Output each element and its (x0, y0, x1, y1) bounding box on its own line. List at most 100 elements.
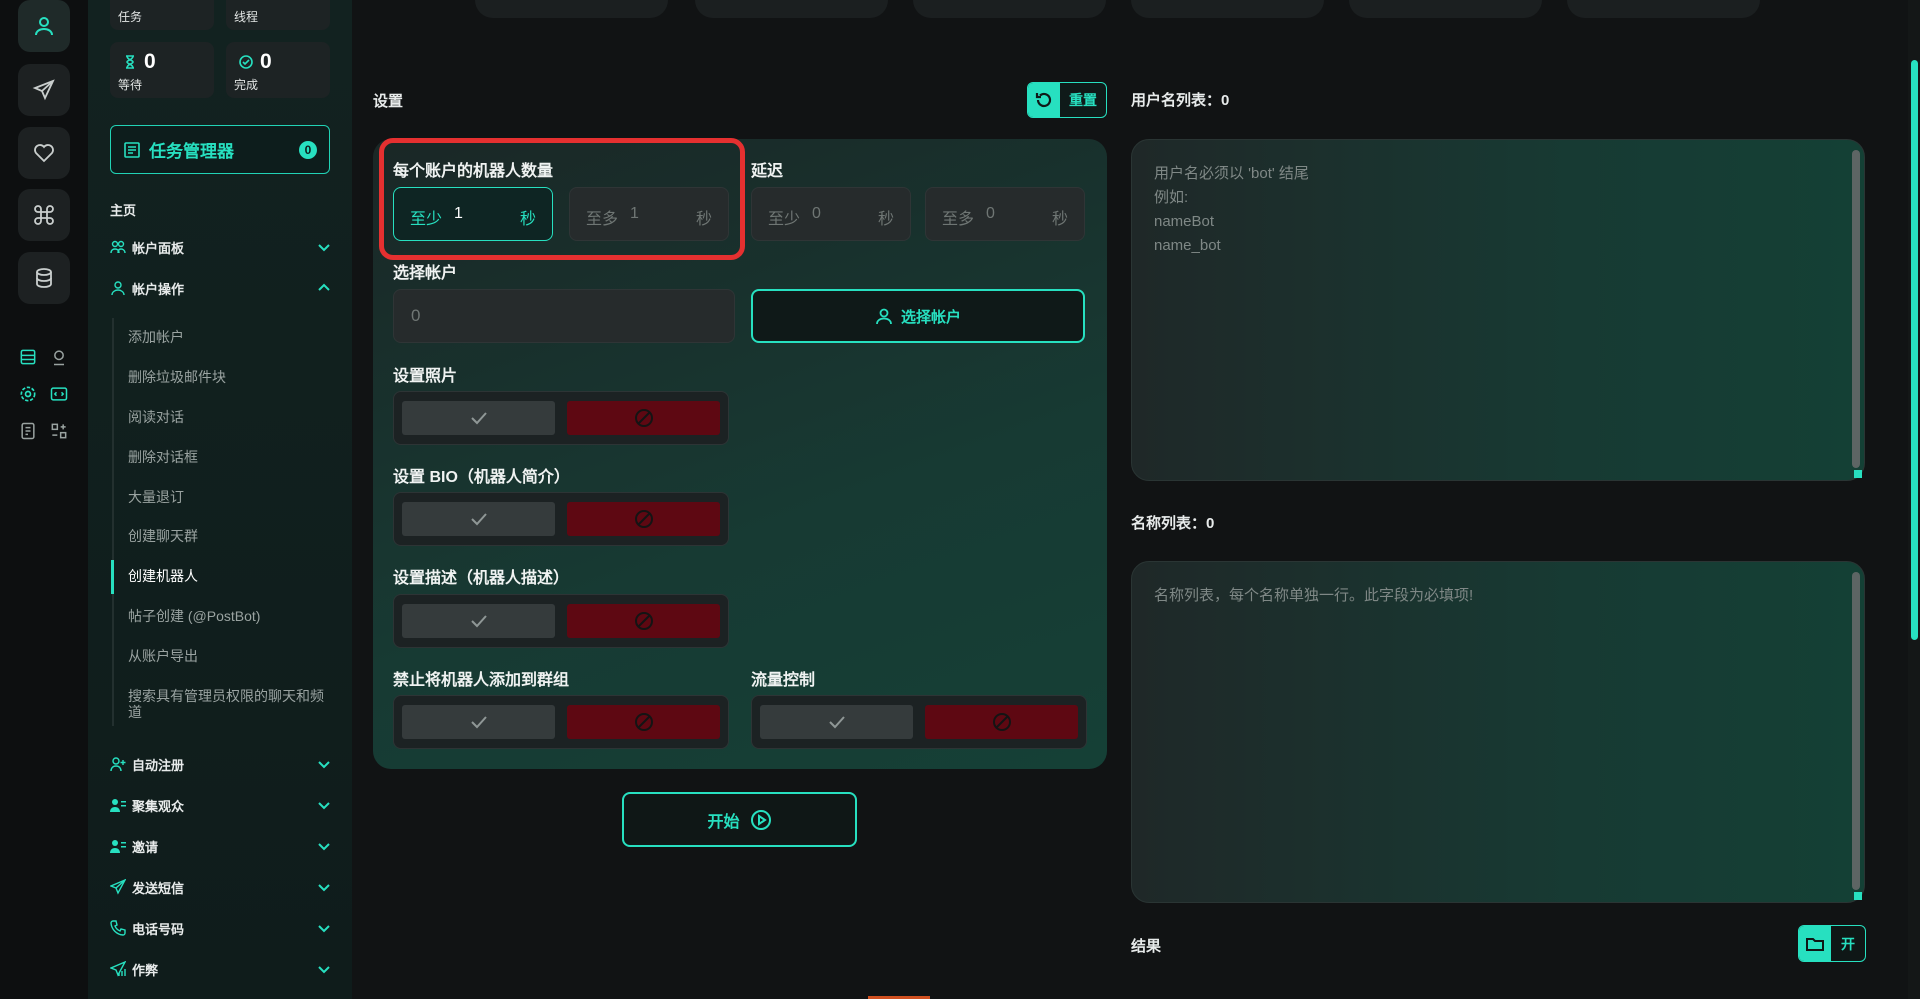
set-bio-yes-button[interactable] (402, 502, 555, 536)
sidebar-item-remove-spamblock[interactable]: 删除垃圾邮件块 (128, 369, 324, 385)
open-label: 开 (1841, 935, 1855, 952)
top-tab-1[interactable] (475, 0, 668, 18)
set-photo-yes-button[interactable] (402, 401, 555, 435)
rail-list-icon[interactable] (17, 346, 39, 368)
sidebar-item-delete-dialogs[interactable]: 删除对话框 (128, 449, 324, 465)
phone-icon (110, 920, 126, 936)
top-tab-4[interactable] (1131, 0, 1324, 18)
stat-tasks: 任务 (110, 0, 214, 30)
hourglass-icon (126, 55, 134, 69)
nav-group-cheat[interactable]: 作弊 (110, 958, 332, 980)
rail-favorites-button[interactable] (18, 127, 70, 179)
select-account-value: 0 (411, 306, 421, 325)
reset-label: 重置 (1069, 92, 1097, 108)
forbidden-icon (634, 713, 653, 731)
sidebar-item-search-admin-chats[interactable]: 搜索具有管理员权限的聊天和频道 (128, 688, 324, 720)
chevron-down-icon (318, 244, 330, 252)
nav-group-send-sms[interactable]: 发送短信 (110, 876, 332, 898)
nav-group-gather-audience[interactable]: 聚集观众 (110, 794, 332, 816)
subnav-line (112, 318, 114, 726)
rail-profile-button[interactable] (18, 0, 70, 52)
stat-done: 0 完成 (226, 42, 330, 98)
forbid-groups-no-button[interactable] (567, 705, 720, 739)
delay-min-input[interactable]: 至少 0 秒 (751, 187, 911, 241)
task-manager-button[interactable]: 任务管理器 0 (110, 125, 330, 174)
usernames-scrollbar[interactable] (1852, 150, 1860, 468)
nav-group-phone-number[interactable]: 电话号码 (110, 917, 332, 939)
rail-location-icon[interactable] (48, 346, 70, 368)
set-description-no-button[interactable] (567, 604, 720, 638)
select-account-input[interactable]: 0 (393, 289, 735, 343)
rail-database-button[interactable] (18, 252, 70, 304)
usernames-placeholder: 用户名必须以 'bot' 结尾 例如: nameBot name_bot (1154, 165, 1309, 254)
sidebar-item-mass-unsubscribe[interactable]: 大量退订 (128, 489, 324, 505)
max-prefix: 至多 (942, 211, 975, 228)
home-heading: 主页 (110, 203, 137, 218)
flow-control-yes-button[interactable] (760, 705, 913, 739)
nav-group-invite[interactable]: 邀请 (110, 835, 332, 857)
rail-settings-icon[interactable] (17, 383, 39, 405)
rail-document-icon[interactable] (17, 420, 39, 442)
flow-control-no-button[interactable] (925, 705, 1078, 739)
delay-max-input[interactable]: 至多 0 秒 (925, 187, 1085, 241)
set-bio-label: 设置 BIO（机器人简介） (393, 469, 570, 486)
reset-button[interactable]: 重置 (1027, 82, 1107, 118)
set-photo-no-button[interactable] (567, 401, 720, 435)
forbidden-icon (634, 612, 653, 630)
rail-grid-icon[interactable] (48, 420, 70, 442)
check-icon (828, 716, 845, 729)
user-icon (111, 281, 125, 296)
sidebar-item-create-group-chat[interactable]: 创建聊天群 (128, 528, 324, 544)
user-icon (876, 308, 892, 325)
flow-control-label: 流量控制 (751, 672, 816, 689)
nav-group-account-panel[interactable]: 帐户面板 (110, 236, 332, 258)
names-scrollbar[interactable] (1852, 572, 1860, 890)
rail-command-button[interactable] (18, 189, 70, 241)
folder-icon (1806, 937, 1824, 951)
names-title: 名称列表：0 (1131, 515, 1215, 532)
settings-title: 设置 (373, 93, 404, 110)
resize-grip[interactable] (1854, 892, 1862, 900)
open-folder-button[interactable]: 开 (1798, 925, 1866, 962)
users-icon (110, 240, 126, 254)
set-bio-no-button[interactable] (567, 502, 720, 536)
check-circle-icon (239, 55, 253, 69)
stat-threads-label: 线程 (234, 10, 259, 24)
sidebar-item-create-bot[interactable]: 创建机器人 (128, 568, 324, 584)
top-tab-5[interactable] (1349, 0, 1542, 18)
nav-group-label: 自动注册 (132, 757, 185, 773)
set-bio-toggle (393, 492, 729, 546)
top-tab-6[interactable] (1567, 0, 1760, 18)
select-account-button-label: 选择帐户 (900, 308, 961, 326)
nav-group-auto-register[interactable]: 自动注册 (110, 753, 332, 775)
stat-done-label: 完成 (234, 78, 259, 92)
rail-send-button[interactable] (18, 64, 70, 116)
paper-plane-icon (32, 79, 55, 101)
active-indicator (111, 560, 114, 594)
set-description-yes-button[interactable] (402, 604, 555, 638)
check-icon (470, 412, 487, 425)
forbid-groups-toggle (393, 695, 729, 749)
start-button[interactable]: 开始 (622, 792, 857, 847)
forbidden-icon (634, 510, 653, 528)
top-tab-2[interactable] (695, 0, 888, 18)
refresh-icon (1035, 92, 1052, 108)
forbid-groups-yes-button[interactable] (402, 705, 555, 739)
delay-min-value: 0 (812, 205, 821, 222)
nav-group-account-ops[interactable]: 帐户操作 (110, 277, 332, 299)
names-textarea[interactable]: 名称列表，每个名称单独一行。此字段为必填项! (1131, 561, 1865, 903)
rail-code-icon[interactable] (48, 383, 70, 405)
top-tab-3[interactable] (913, 0, 1106, 18)
usernames-textarea[interactable]: 用户名必须以 'bot' 结尾 例如: nameBot name_bot (1131, 139, 1865, 481)
check-icon (470, 615, 487, 628)
user-list-icon (110, 840, 126, 853)
page-scrollbar-thumb[interactable] (1911, 60, 1918, 640)
seconds-unit: 秒 (1051, 211, 1068, 228)
sidebar-item-export[interactable]: 从账户导出 (128, 648, 324, 664)
sidebar-item-postbot[interactable]: 帖子创建 (@PostBot) (128, 608, 324, 624)
user-list-icon (110, 799, 126, 812)
sidebar-item-add-account[interactable]: 添加帐户 (128, 329, 324, 345)
resize-grip[interactable] (1854, 470, 1862, 478)
select-account-button[interactable]: 选择帐户 (751, 289, 1085, 343)
sidebar-item-read-dialogs[interactable]: 阅读对话 (128, 409, 324, 425)
